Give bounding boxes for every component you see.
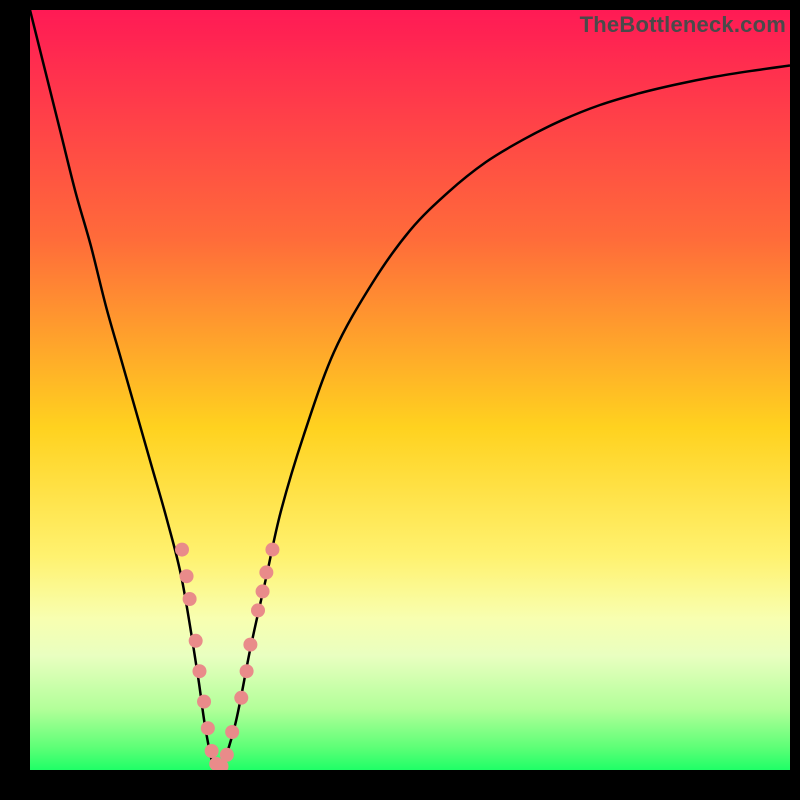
marker-dot	[240, 664, 254, 678]
marker-dot	[234, 691, 248, 705]
marker-dot	[201, 721, 215, 735]
marker-dot	[189, 634, 203, 648]
marker-dot	[183, 592, 197, 606]
marker-dot	[225, 725, 239, 739]
marker-dot	[220, 748, 234, 762]
marker-dot	[180, 569, 194, 583]
marker-dot	[251, 603, 265, 617]
marker-dot	[205, 744, 219, 758]
chart-svg	[30, 10, 790, 770]
chart-container: TheBottleneck.com	[0, 0, 800, 800]
marker-dot	[197, 695, 211, 709]
marker-dot	[243, 638, 257, 652]
gradient-background	[30, 10, 790, 770]
marker-dot	[265, 543, 279, 557]
marker-dot	[192, 664, 206, 678]
plot-area	[30, 10, 790, 770]
marker-dot	[256, 584, 270, 598]
marker-dot	[259, 565, 273, 579]
marker-dot	[175, 543, 189, 557]
